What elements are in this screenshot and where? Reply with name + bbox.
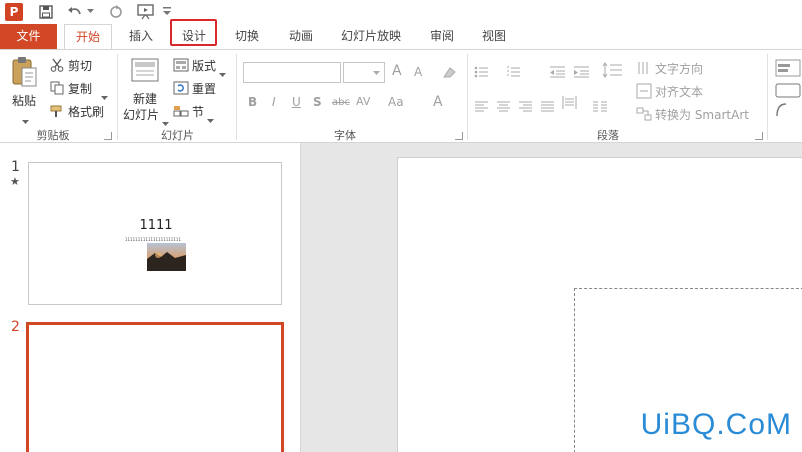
slide-thumbnail-1[interactable]: 1111 1111111111111111111111 bbox=[28, 162, 282, 305]
tab-slideshow[interactable]: 幻灯片放映 bbox=[338, 24, 404, 49]
bold-button[interactable]: B bbox=[248, 95, 257, 109]
slide1-title: 1111 bbox=[139, 218, 173, 233]
distributed-icon[interactable] bbox=[562, 95, 577, 114]
font-launcher-icon[interactable] bbox=[455, 132, 463, 140]
start-slideshow-icon[interactable] bbox=[136, 3, 156, 20]
tab-animations[interactable]: 动画 bbox=[283, 24, 319, 49]
align-right-icon[interactable] bbox=[518, 97, 533, 116]
numbering-icon[interactable] bbox=[506, 64, 528, 83]
redo-icon[interactable] bbox=[107, 3, 125, 20]
clipboard-group-label: 剪贴板 bbox=[36, 129, 70, 142]
copy-button[interactable]: 复制 bbox=[68, 80, 92, 97]
slide1-photo bbox=[147, 243, 186, 271]
layout-icon bbox=[173, 57, 189, 76]
grow-font-icon[interactable]: A bbox=[392, 63, 402, 79]
slides-group-label: 幻灯片 bbox=[161, 129, 194, 142]
section-button[interactable]: 节 bbox=[192, 103, 204, 120]
font-size-dropdown[interactable] bbox=[343, 62, 385, 83]
clear-formatting-icon[interactable] bbox=[442, 64, 458, 83]
font-family-dropdown[interactable] bbox=[243, 62, 341, 83]
shapes-gallery-icon[interactable] bbox=[772, 56, 802, 122]
customize-toolbar-icon[interactable] bbox=[162, 3, 172, 20]
slide-number-2: 2 bbox=[11, 319, 20, 335]
decrease-indent-icon[interactable] bbox=[549, 64, 567, 83]
underline-button[interactable]: U bbox=[292, 95, 301, 109]
slide-thumbnail-2-selected[interactable] bbox=[26, 322, 284, 452]
tab-transitions[interactable]: 切换 bbox=[229, 24, 265, 49]
save-icon[interactable] bbox=[38, 3, 54, 20]
new-slide-label-1[interactable]: 新建 bbox=[133, 90, 157, 107]
line-spacing-icon[interactable] bbox=[602, 62, 624, 82]
paste-button-label[interactable]: 粘贴 bbox=[12, 92, 36, 109]
section-dropdown-icon[interactable] bbox=[207, 109, 214, 128]
justify-icon[interactable] bbox=[540, 97, 555, 116]
convert-smartart-icon bbox=[636, 106, 652, 126]
paste-icon[interactable] bbox=[10, 56, 40, 88]
align-text-button[interactable]: 对齐文本 bbox=[655, 83, 703, 100]
new-slide-icon[interactable] bbox=[130, 57, 160, 89]
font-color-button[interactable]: A bbox=[433, 94, 443, 110]
format-painter-button[interactable]: 格式刷 bbox=[68, 103, 104, 120]
animation-star-icon: ★ bbox=[10, 175, 20, 188]
clipboard-launcher-icon[interactable] bbox=[104, 132, 112, 140]
layout-button[interactable]: 版式 bbox=[192, 57, 216, 74]
scissors-icon bbox=[50, 57, 64, 76]
strikethrough-button[interactable]: abc bbox=[332, 97, 350, 108]
cut-button[interactable]: 剪切 bbox=[68, 57, 92, 74]
format-painter-icon bbox=[50, 103, 65, 122]
undo-icon[interactable] bbox=[66, 3, 84, 20]
convert-smartart-button[interactable]: 转换为 SmartArt bbox=[655, 106, 749, 123]
align-center-icon[interactable] bbox=[496, 97, 511, 116]
slide-number-1: 1 bbox=[11, 159, 20, 175]
font-group-label: 字体 bbox=[334, 129, 356, 142]
text-direction-icon bbox=[636, 60, 652, 80]
shrink-font-icon[interactable]: A bbox=[414, 65, 422, 79]
tab-file[interactable]: 文件 bbox=[0, 24, 57, 49]
bullets-icon[interactable] bbox=[474, 64, 496, 83]
columns-icon[interactable] bbox=[592, 97, 608, 116]
design-tab-highlight-box bbox=[170, 19, 217, 46]
shadow-button[interactable]: S bbox=[313, 95, 322, 109]
group-separator bbox=[117, 54, 118, 140]
ribbon: 粘贴 剪切 复制 格式刷 剪贴板 新建 幻灯片 版式 重置 节 幻灯片 A A … bbox=[0, 49, 802, 143]
slide1-subtitle: 1111111111111111111111 bbox=[125, 237, 181, 242]
align-left-icon[interactable] bbox=[474, 97, 489, 116]
group-separator bbox=[767, 54, 768, 140]
powerpoint-logo-icon: P bbox=[5, 3, 23, 21]
tab-insert[interactable]: 插入 bbox=[123, 24, 159, 49]
ribbon-tabs: 文件 开始 插入 设计 切换 动画 幻灯片放映 审阅 视图 bbox=[0, 24, 802, 50]
paragraph-group-label: 段落 bbox=[597, 129, 619, 142]
copy-icon bbox=[50, 80, 64, 99]
italic-button[interactable]: I bbox=[272, 95, 276, 109]
group-separator bbox=[236, 54, 237, 140]
character-spacing-button[interactable]: AV bbox=[356, 95, 370, 108]
change-case-button[interactable]: Aa bbox=[388, 95, 404, 109]
reset-button[interactable]: 重置 bbox=[192, 80, 216, 97]
reset-icon bbox=[173, 80, 189, 99]
text-direction-button[interactable]: 文字方向 bbox=[655, 60, 703, 77]
tab-view[interactable]: 视图 bbox=[476, 24, 512, 49]
quick-access-toolbar: P bbox=[0, 0, 802, 24]
section-icon bbox=[173, 103, 189, 122]
layout-dropdown-icon[interactable] bbox=[219, 63, 226, 82]
new-slide-label-2[interactable]: 幻灯片 bbox=[123, 106, 159, 123]
watermark-text: UiBQ.CoM bbox=[640, 408, 792, 441]
group-separator bbox=[467, 54, 468, 140]
tab-review[interactable]: 审阅 bbox=[424, 24, 460, 49]
increase-indent-icon[interactable] bbox=[573, 64, 591, 83]
align-text-icon bbox=[636, 83, 652, 103]
tab-home[interactable]: 开始 bbox=[64, 24, 112, 50]
paragraph-launcher-icon[interactable] bbox=[755, 132, 763, 140]
undo-dropdown-icon[interactable] bbox=[86, 3, 94, 20]
